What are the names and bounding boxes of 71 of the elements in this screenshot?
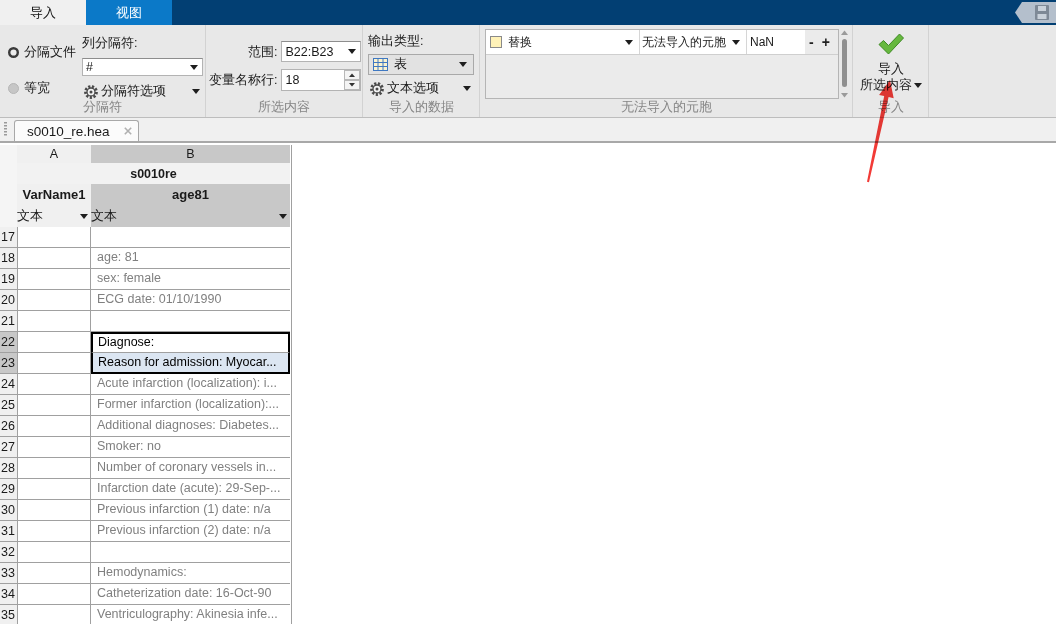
column-type-dropdown[interactable]: 文本	[91, 205, 290, 227]
grip-icon[interactable]	[4, 122, 7, 137]
column-type-dropdown[interactable]: 文本	[17, 205, 91, 227]
row-header[interactable]: 24	[0, 374, 17, 395]
gear-icon	[370, 81, 384, 96]
column-header[interactable]: B	[91, 145, 290, 163]
table-cell: Reason for admission: Myocar...	[91, 353, 290, 374]
caret-icon	[279, 213, 287, 219]
row-header[interactable]: 25	[0, 395, 17, 416]
field-label: 范围:	[247, 44, 278, 59]
mode-radio[interactable]: 分隔文件	[8, 45, 82, 59]
caret-icon	[459, 62, 467, 67]
row-header[interactable]: 30	[0, 500, 17, 521]
scrollbar[interactable]	[839, 29, 850, 99]
caret-icon	[913, 82, 922, 88]
replacement-value-field[interactable]: NaN	[747, 30, 805, 54]
group-label: 无法导入的元胞	[619, 100, 713, 116]
group-label: 所选内容	[257, 100, 311, 116]
row-header[interactable]: 20	[0, 290, 17, 311]
checkmark-icon	[877, 33, 904, 55]
mode-radio[interactable]: 等宽	[8, 81, 82, 95]
row-header[interactable]: 21	[0, 311, 17, 332]
caret-icon	[625, 39, 633, 45]
range-dropdown[interactable]: B22:B23	[281, 41, 362, 62]
group-label: 分隔符	[82, 100, 123, 116]
variable-name[interactable]: VarName1	[17, 184, 91, 205]
table-cell: Diagnose:	[91, 332, 290, 353]
row-header[interactable]: 22	[0, 332, 17, 353]
row-header[interactable]: 34	[0, 584, 17, 605]
rule-target-dropdown[interactable]: 无法导入的元胞	[640, 30, 747, 54]
document-tab[interactable]: s0010_re.hea	[14, 120, 139, 141]
remove-rule-button[interactable]: -	[805, 30, 818, 54]
row-header[interactable]: 18	[0, 248, 17, 269]
caret-icon	[732, 39, 740, 45]
close-icon[interactable]	[123, 127, 132, 135]
caret-icon	[192, 89, 200, 94]
row-header[interactable]: 32	[0, 542, 17, 563]
row-number-spinner[interactable]: 18	[281, 68, 362, 91]
field-label: 变量名称行:	[209, 72, 278, 87]
row-header[interactable]: 33	[0, 563, 17, 584]
table-name: s0010re	[130, 166, 177, 181]
table-icon	[373, 58, 388, 71]
add-rule-button[interactable]: +	[817, 30, 834, 54]
row-header[interactable]: 31	[0, 521, 17, 542]
row-header[interactable]: 19	[0, 269, 17, 290]
row-header[interactable]: 26	[0, 416, 17, 437]
row-header[interactable]: 27	[0, 437, 17, 458]
caret-icon	[463, 86, 471, 91]
stepper-icon[interactable]	[344, 69, 361, 90]
gear-icon	[84, 84, 98, 99]
save-icon[interactable]	[1015, 2, 1056, 23]
column-header[interactable]: A	[17, 145, 91, 163]
field-label: 列分隔符:	[82, 36, 139, 50]
row-header[interactable]: 28	[0, 458, 17, 479]
caret-icon	[190, 64, 198, 70]
delimiter-dropdown[interactable]: #	[82, 58, 203, 76]
delimiter-options-button[interactable]: 分隔符选项	[82, 83, 203, 100]
variable-name[interactable]: age81	[91, 184, 290, 205]
rule-action-dropdown[interactable]: 替换	[506, 30, 640, 54]
output-type-dropdown[interactable]: 表	[368, 54, 474, 75]
text-options-button[interactable]: 文本选项	[368, 80, 474, 97]
row-header[interactable]: 29	[0, 479, 17, 500]
group-label: 导入的数据	[387, 100, 455, 116]
ribbon-tab[interactable]: 导入	[0, 0, 86, 25]
row-header[interactable]: 17	[0, 227, 17, 248]
row-header[interactable]: 35	[0, 605, 17, 624]
row-header[interactable]: 23	[0, 353, 17, 374]
caret-icon	[348, 49, 357, 54]
ribbon-tab[interactable]: 视图	[86, 0, 172, 25]
field-label: 输出类型:	[368, 34, 425, 48]
caret-icon	[80, 213, 88, 219]
